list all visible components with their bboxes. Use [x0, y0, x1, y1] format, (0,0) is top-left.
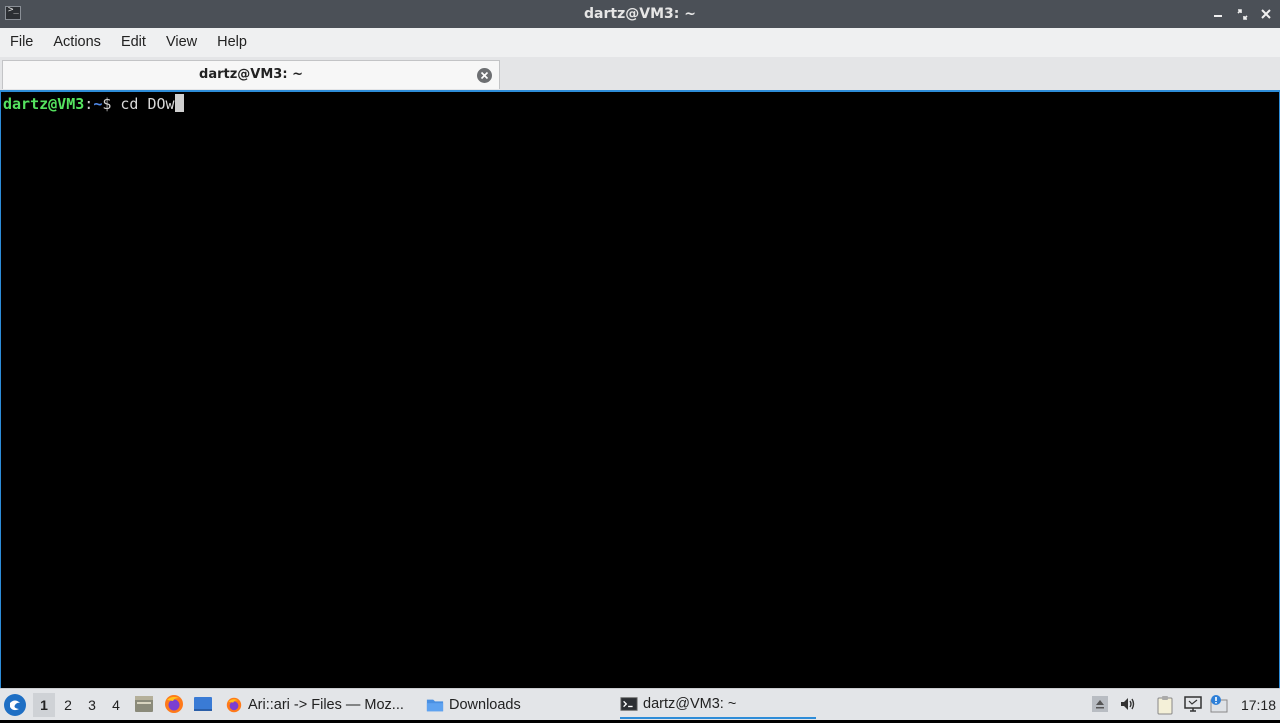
text-cursor: [174, 94, 184, 112]
command-input[interactable]: cd DOw: [120, 95, 174, 113]
task-label: Downloads: [449, 697, 521, 713]
menu-edit[interactable]: Edit: [111, 28, 156, 57]
menu-file[interactable]: File: [0, 28, 43, 57]
start-menu-icon[interactable]: [4, 694, 26, 716]
clock[interactable]: 17:18: [1241, 689, 1276, 721]
desktop-icon[interactable]: [193, 694, 213, 714]
clipboard-icon[interactable]: [1156, 695, 1174, 715]
prompt-separator: :: [84, 95, 94, 113]
task-terminal[interactable]: dartz@VM3: ~: [620, 691, 816, 719]
prompt-user: dartz@VM3: [3, 95, 85, 113]
terminal-line: dartz@VM3:~$ cd DOw: [3, 94, 184, 114]
monitor-icon[interactable]: [1184, 695, 1202, 713]
window-title: dartz@VM3: ~: [584, 6, 696, 22]
window-titlebar[interactable]: >_ dartz@VM3: ~: [0, 0, 1280, 28]
tab-bar: dartz@VM3: ~: [0, 57, 1280, 91]
tab-label: dartz@VM3: ~: [199, 67, 303, 82]
firefox-icon: [226, 697, 242, 713]
prompt-path: ~: [93, 95, 103, 113]
prompt-symbol: $: [102, 95, 121, 113]
task-downloads[interactable]: Downloads: [426, 691, 521, 719]
update-icon[interactable]: [1210, 695, 1228, 713]
task-label: dartz@VM3: ~: [643, 696, 737, 712]
volume-icon[interactable]: [1119, 695, 1137, 713]
close-icon[interactable]: [1258, 4, 1274, 24]
workspace-3[interactable]: 3: [81, 693, 103, 717]
task-label: Ari::ari -> Files — Moz...: [248, 697, 404, 713]
workspace-1[interactable]: 1: [33, 693, 55, 717]
workspace-2[interactable]: 2: [57, 693, 79, 717]
task-firefox[interactable]: Ari::ari -> Files — Moz...: [225, 691, 404, 719]
menu-actions[interactable]: Actions: [43, 28, 111, 57]
file-manager-icon[interactable]: [134, 694, 154, 714]
firefox-icon[interactable]: [164, 694, 184, 714]
eject-icon[interactable]: [1091, 695, 1109, 713]
menu-bar: File Actions Edit View Help: [0, 28, 1280, 57]
tab-close-icon[interactable]: [477, 68, 492, 83]
folder-icon: [426, 699, 444, 712]
minimize-icon[interactable]: [1210, 4, 1226, 24]
taskbar: 1 2 3 4 Ari::ari -> Files — Moz... Downl…: [0, 688, 1280, 720]
terminal-area[interactable]: dartz@VM3:~$ cd DOw: [0, 90, 1280, 688]
terminal-icon: [620, 697, 638, 711]
workspace-4[interactable]: 4: [105, 693, 127, 717]
tab-terminal[interactable]: dartz@VM3: ~: [2, 60, 500, 89]
menu-help[interactable]: Help: [207, 28, 257, 57]
menu-view[interactable]: View: [156, 28, 207, 57]
maximize-icon[interactable]: [1234, 4, 1250, 24]
